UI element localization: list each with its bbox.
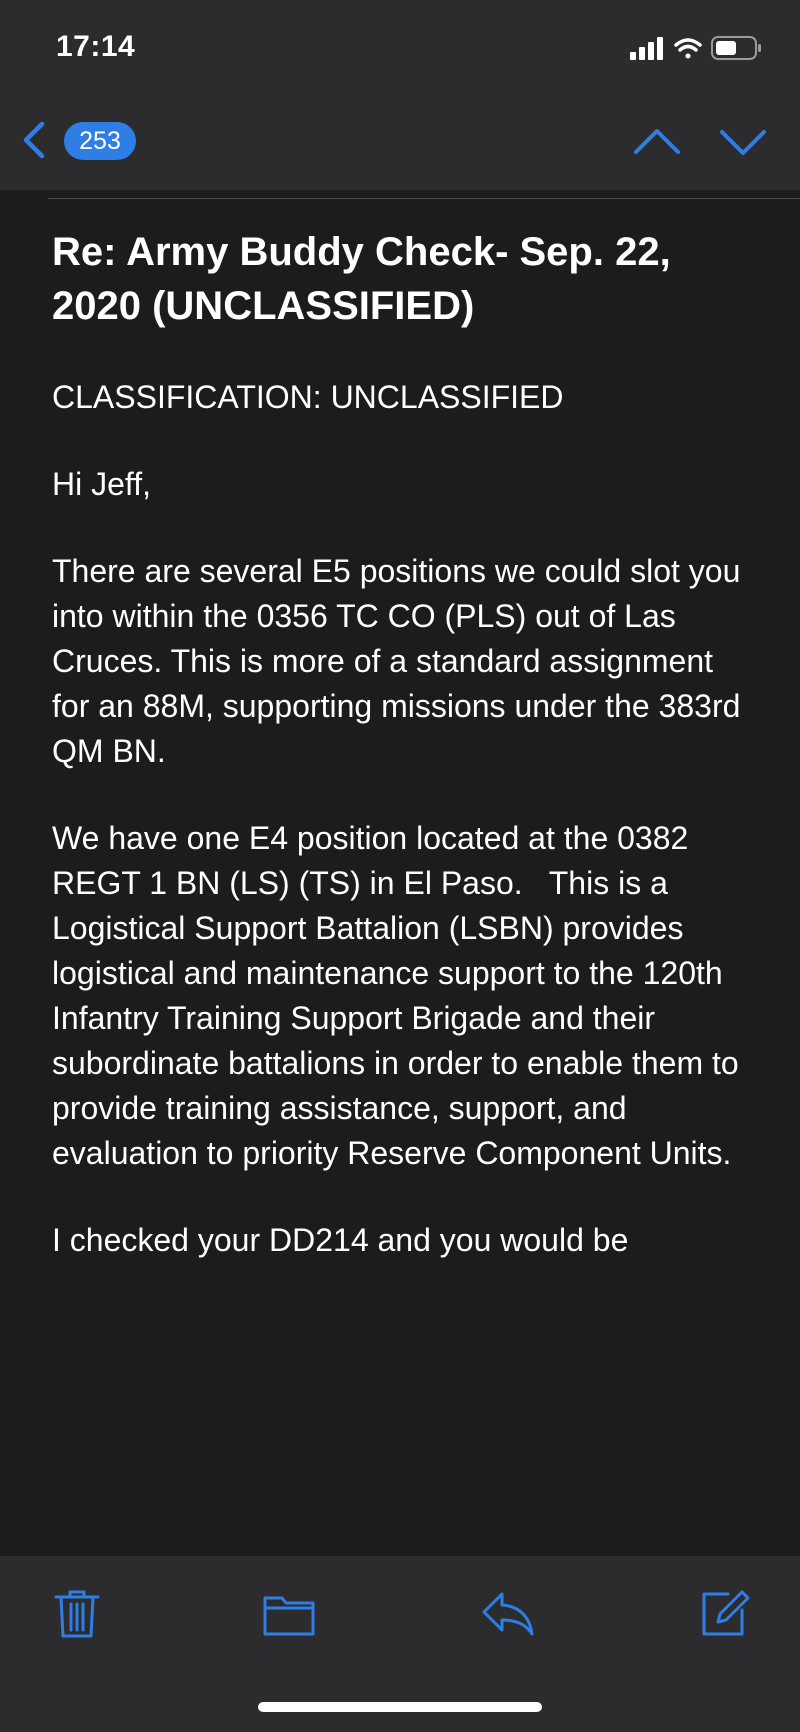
trash-icon[interactable] <box>52 1588 102 1645</box>
email-body: CLASSIFICATION: UNCLASSIFIED Hi Jeff, Th… <box>52 375 752 1263</box>
reply-icon[interactable] <box>480 1588 536 1645</box>
chevron-left-icon[interactable] <box>16 118 52 167</box>
chevron-up-icon[interactable] <box>632 122 682 167</box>
status-bar: 17:14 <box>0 0 800 100</box>
body-paragraph: There are several E5 positions we could … <box>52 553 741 769</box>
greeting-line: Hi Jeff, <box>52 466 151 502</box>
wifi-icon <box>674 38 702 59</box>
compose-icon[interactable] <box>698 1588 750 1645</box>
status-icons <box>630 34 770 62</box>
email-subject: Re: Army Buddy Check- Sep. 22, 2020 (UNC… <box>52 230 671 328</box>
chevron-down-icon[interactable] <box>718 122 768 167</box>
body-paragraph-partial: I checked your DD214 and you would be <box>52 1222 629 1258</box>
header-divider <box>48 198 800 199</box>
email-content: Re: Army Buddy Check- Sep. 22, 2020 (UNC… <box>52 225 752 1263</box>
classification-line: CLASSIFICATION: UNCLASSIFIED <box>52 379 564 415</box>
message-count-badge[interactable]: 253 <box>64 122 136 160</box>
folder-icon[interactable] <box>262 1588 316 1645</box>
nav-bar: 253 <box>0 100 800 190</box>
status-time: 17:14 <box>56 30 136 63</box>
home-indicator[interactable] <box>258 1702 542 1712</box>
bottom-toolbar <box>0 1556 800 1732</box>
battery-icon <box>711 36 761 60</box>
cellular-signal-icon <box>630 37 663 60</box>
body-paragraph: We have one E4 position located at the 0… <box>52 820 748 1171</box>
